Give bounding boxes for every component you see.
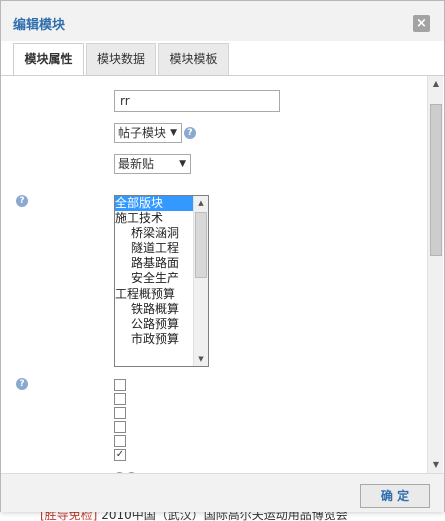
list-item[interactable]: 市政预算 — [115, 332, 193, 347]
chevron-down-icon: ▼ — [179, 159, 186, 169]
list-item[interactable]: 桥梁涵洞 — [115, 226, 193, 241]
list-item[interactable]: 工程概预算 — [115, 287, 193, 302]
module-type-value: 帖子模块 — [118, 126, 167, 140]
edit-module-dialog: 编辑模块 × 模块属性 模块数据 模块模板 帖子模块 ▼ ? 最新贴 ▼ ? 全… — [0, 0, 445, 512]
question-icon[interactable]: ? — [16, 195, 28, 207]
list-item[interactable]: 施工技术 — [115, 211, 193, 226]
content-scroll-thumb[interactable] — [430, 104, 442, 256]
module-type-select[interactable]: 帖子模块 ▼ — [114, 123, 182, 143]
list-item[interactable]: 公路预算 — [115, 317, 193, 332]
tab-module-template[interactable]: 模块模板 — [158, 43, 229, 75]
option-checkbox[interactable] — [114, 379, 126, 391]
close-icon[interactable]: × — [413, 15, 430, 32]
question-icon[interactable]: ? — [16, 378, 28, 390]
chevron-down-icon: ▼ — [170, 128, 177, 138]
list-item[interactable]: 全部版块 — [115, 196, 193, 212]
dialog-footer: 确 定 — [1, 473, 444, 512]
option-checkbox[interactable] — [114, 407, 126, 419]
question-icon[interactable]: ? — [184, 127, 196, 139]
scroll-up-icon[interactable]: ▲ — [194, 196, 208, 210]
listbox-scroll-thumb[interactable] — [195, 212, 207, 278]
tab-module-data[interactable]: 模块数据 — [86, 43, 156, 75]
properties-panel: 帖子模块 ▼ ? 最新贴 ▼ ? 全部版块 施工技术 桥梁涵洞 隧道工程 路基路… — [1, 76, 444, 473]
list-item[interactable]: 铁路概算 — [115, 302, 193, 317]
list-item[interactable]: 路基路面 — [115, 256, 193, 271]
module-name-input[interactable] — [114, 90, 280, 112]
scroll-down-icon[interactable]: ▼ — [428, 457, 444, 473]
content-scrollbar[interactable]: ▲ ▼ — [427, 76, 443, 473]
forum-listbox[interactable]: 全部版块 施工技术 桥梁涵洞 隧道工程 路基路面 安全生产 工程概预算 铁路概算… — [114, 195, 209, 367]
option-checkbox[interactable] — [114, 393, 126, 405]
ok-button[interactable]: 确 定 — [360, 484, 430, 508]
option-checkbox[interactable] — [114, 435, 126, 447]
dialog-title-bar: 编辑模块 × — [1, 1, 444, 41]
scroll-down-icon[interactable]: ▼ — [194, 352, 208, 366]
dialog-title: 编辑模块 — [13, 18, 66, 33]
sort-order-value: 最新贴 — [118, 157, 155, 171]
scroll-up-icon[interactable]: ▲ — [428, 76, 444, 92]
listbox-scrollbar[interactable]: ▲ ▼ — [193, 196, 208, 366]
tab-module-properties[interactable]: 模块属性 — [13, 43, 84, 76]
list-item[interactable]: 隧道工程 — [115, 241, 193, 256]
list-item[interactable]: 安全生产 — [115, 271, 193, 286]
option-checkbox[interactable] — [114, 421, 126, 433]
sort-order-select[interactable]: 最新贴 ▼ — [114, 154, 191, 174]
option-checkbox-checked[interactable]: ✓ — [114, 449, 126, 461]
